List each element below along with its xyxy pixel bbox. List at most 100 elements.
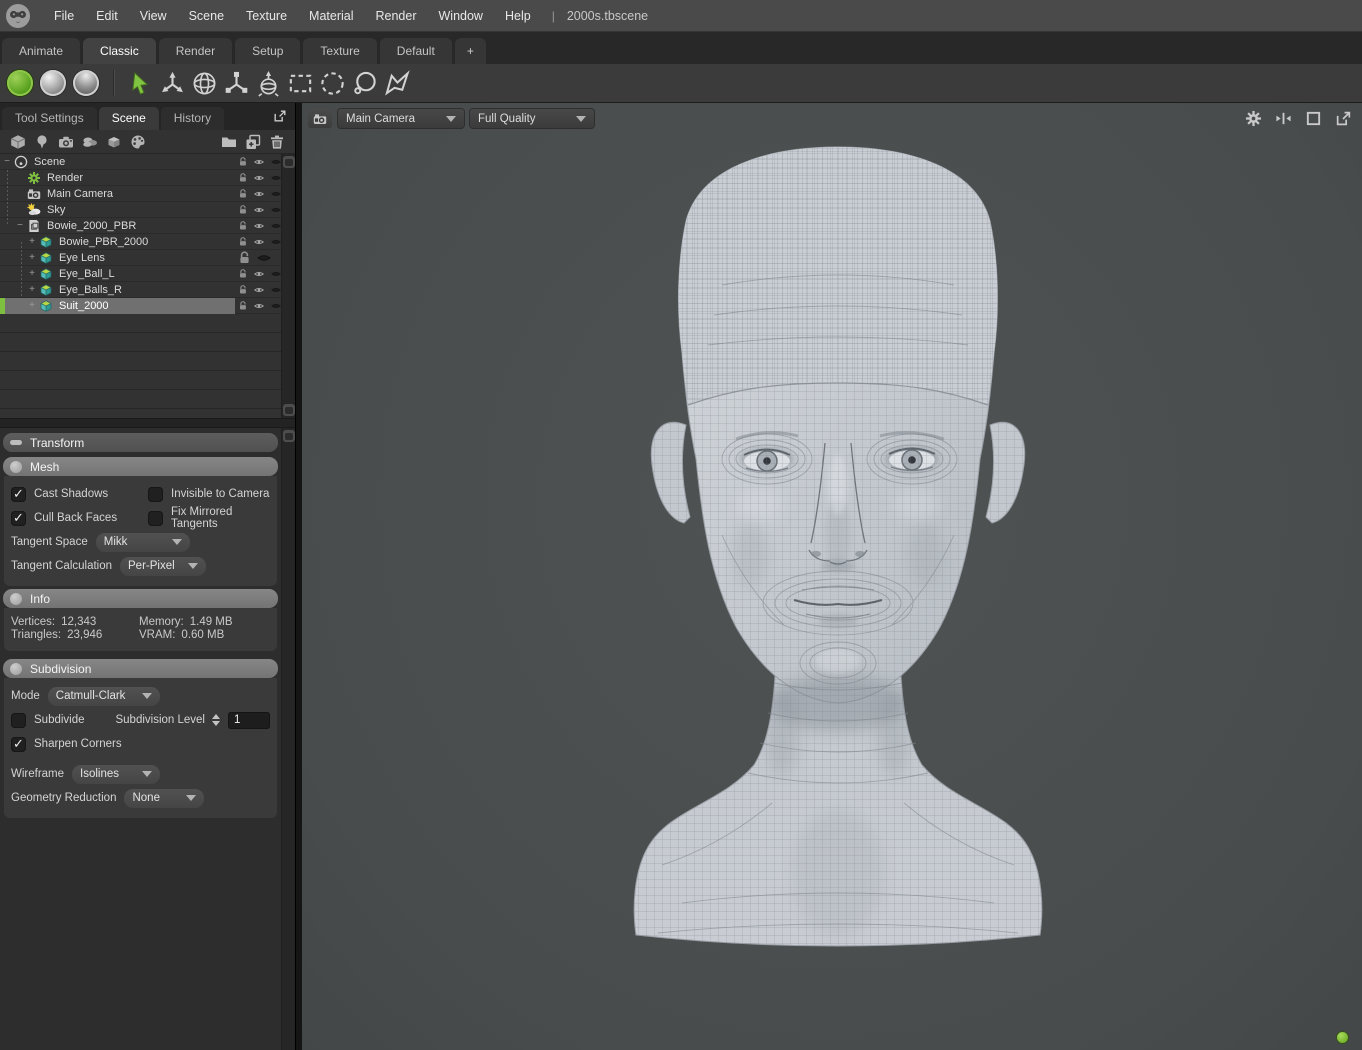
- tree-row-suit-2000[interactable]: + Suit_2000: [0, 297, 281, 314]
- visibility-eye-off-icon[interactable]: [271, 237, 281, 247]
- cast-shadows-checkbox[interactable]: [11, 486, 26, 502]
- subdivision-mode-dropdown[interactable]: Catmull-Clark: [47, 686, 160, 706]
- tree-row-scene[interactable]: − Scene: [0, 154, 281, 170]
- add-tab-button[interactable]: +: [454, 38, 486, 64]
- quality-dropdown[interactable]: Full Quality: [470, 109, 594, 128]
- select-tool-button[interactable]: [124, 68, 156, 98]
- popout-viewport-icon[interactable]: [1335, 110, 1352, 127]
- menu-edit[interactable]: Edit: [85, 0, 129, 32]
- lock-icon[interactable]: [239, 155, 247, 168]
- visibility-eye-icon[interactable]: [254, 269, 264, 279]
- tree-row-render[interactable]: − Render: [0, 170, 281, 186]
- matcap-sphere-button[interactable]: [73, 70, 99, 96]
- tree-row-main-camera[interactable]: − Main Camera: [0, 186, 281, 202]
- viewport-settings-gear-icon[interactable]: [1245, 110, 1262, 127]
- visibility-eye-off-icon[interactable]: [271, 285, 281, 295]
- fix-mirrored-tangents-checkbox[interactable]: [148, 510, 163, 526]
- tree-row-eye-lens[interactable]: + Eye Lens: [0, 250, 281, 266]
- transform-section-header[interactable]: Transform: [3, 433, 278, 452]
- tab-texture[interactable]: Texture: [303, 38, 377, 64]
- menu-render[interactable]: Render: [365, 0, 428, 32]
- tab-history[interactable]: History: [160, 107, 225, 130]
- subdivide-checkbox[interactable]: [11, 712, 26, 728]
- tangent-space-dropdown[interactable]: Mikk: [95, 532, 190, 552]
- horizontal-splitter[interactable]: [0, 418, 295, 428]
- visibility-eye-off-icon[interactable]: [271, 301, 281, 311]
- lock-icon[interactable]: [239, 283, 247, 296]
- wireframe-sphere-button[interactable]: [40, 70, 66, 96]
- geometry-reduction-dropdown[interactable]: None: [124, 788, 205, 808]
- collapse-expander-icon[interactable]: −: [15, 220, 25, 231]
- viewport-camera-button[interactable]: [308, 109, 332, 128]
- menu-texture[interactable]: Texture: [235, 0, 298, 32]
- add-light-button[interactable]: [30, 133, 54, 151]
- expand-expander-icon[interactable]: +: [27, 268, 37, 279]
- tab-render[interactable]: Render: [158, 38, 233, 64]
- menu-help[interactable]: Help: [494, 0, 542, 32]
- properties-scrollbar[interactable]: [281, 428, 295, 1050]
- marquee-select-button[interactable]: [284, 68, 316, 98]
- menu-window[interactable]: Window: [428, 0, 494, 32]
- menu-scene[interactable]: Scene: [178, 0, 235, 32]
- duplicate-button[interactable]: [241, 133, 265, 151]
- visibility-eye-off-icon[interactable]: [271, 269, 281, 279]
- visibility-eye-icon[interactable]: [254, 237, 264, 247]
- lock-icon[interactable]: [239, 235, 247, 248]
- camera-dropdown[interactable]: Main Camera: [338, 109, 464, 128]
- expand-expander-icon[interactable]: +: [27, 300, 37, 311]
- subdivision-level-input[interactable]: 1: [228, 711, 270, 729]
- visibility-eye-icon[interactable]: [254, 301, 264, 311]
- collapse-expander-icon[interactable]: −: [2, 156, 12, 167]
- scroll-up-button[interactable]: [283, 430, 295, 442]
- subdivision-section-header[interactable]: Subdivision: [3, 659, 278, 678]
- visibility-eye-off-icon[interactable]: [257, 253, 271, 263]
- visibility-eye-off-icon[interactable]: [271, 189, 281, 199]
- tree-row-bowie-pbr-2000[interactable]: + Bowie_PBR_2000: [0, 234, 281, 250]
- tab-setup[interactable]: Setup: [235, 38, 301, 64]
- expand-expander-icon[interactable]: +: [27, 284, 37, 295]
- scale-tool-button[interactable]: [220, 68, 252, 98]
- visibility-eye-icon[interactable]: [254, 189, 264, 199]
- visibility-eye-icon[interactable]: [254, 285, 264, 295]
- visibility-eye-off-icon[interactable]: [271, 157, 281, 167]
- polygon-lasso-button[interactable]: [380, 68, 412, 98]
- tree-row-eye-ball-l[interactable]: + Eye_Ball_L: [0, 266, 281, 282]
- tree-scrollbar[interactable]: [281, 154, 295, 418]
- visibility-eye-off-icon[interactable]: [271, 173, 281, 183]
- cull-back-faces-checkbox[interactable]: [11, 510, 26, 526]
- scroll-down-button[interactable]: [283, 404, 295, 416]
- shaded-sphere-button[interactable]: [7, 70, 33, 96]
- visibility-eye-icon[interactable]: [254, 205, 264, 215]
- visibility-eye-off-icon[interactable]: [271, 205, 281, 215]
- add-material-button[interactable]: [126, 133, 150, 151]
- lock-icon[interactable]: [239, 219, 247, 232]
- visibility-eye-icon[interactable]: [254, 157, 264, 167]
- expand-expander-icon[interactable]: +: [27, 252, 37, 263]
- add-mesh-button[interactable]: [6, 133, 30, 151]
- delete-button[interactable]: [265, 133, 289, 151]
- tab-scene[interactable]: Scene: [98, 107, 159, 130]
- maximize-viewport-icon[interactable]: [1305, 110, 1322, 127]
- move-tool-button[interactable]: [156, 68, 188, 98]
- lock-icon[interactable]: [239, 187, 247, 200]
- add-sky-button[interactable]: [78, 133, 102, 151]
- tangent-calculation-dropdown[interactable]: Per-Pixel: [120, 556, 207, 576]
- wireframe-head-model[interactable]: [302, 103, 1362, 1050]
- popout-panel-icon[interactable]: [273, 109, 287, 123]
- tab-classic[interactable]: Classic: [83, 38, 156, 64]
- vertical-splitter[interactable]: [295, 103, 302, 1050]
- mesh-section-header[interactable]: Mesh: [3, 457, 278, 476]
- lock-icon[interactable]: [239, 203, 247, 216]
- menu-view[interactable]: View: [129, 0, 178, 32]
- add-camera-button[interactable]: [54, 133, 78, 151]
- circle-select-button[interactable]: [316, 68, 348, 98]
- tab-animate[interactable]: Animate: [2, 38, 81, 64]
- tree-row-sky[interactable]: − Sky: [0, 202, 281, 218]
- info-section-header[interactable]: Info: [3, 589, 278, 608]
- expand-expander-icon[interactable]: +: [27, 236, 37, 247]
- invisible-to-camera-checkbox[interactable]: [148, 486, 163, 502]
- lock-icon[interactable]: [239, 171, 247, 184]
- scroll-up-button[interactable]: [283, 156, 295, 168]
- add-shadow-catcher-button[interactable]: [102, 133, 126, 151]
- sharpen-corners-checkbox[interactable]: [11, 736, 26, 752]
